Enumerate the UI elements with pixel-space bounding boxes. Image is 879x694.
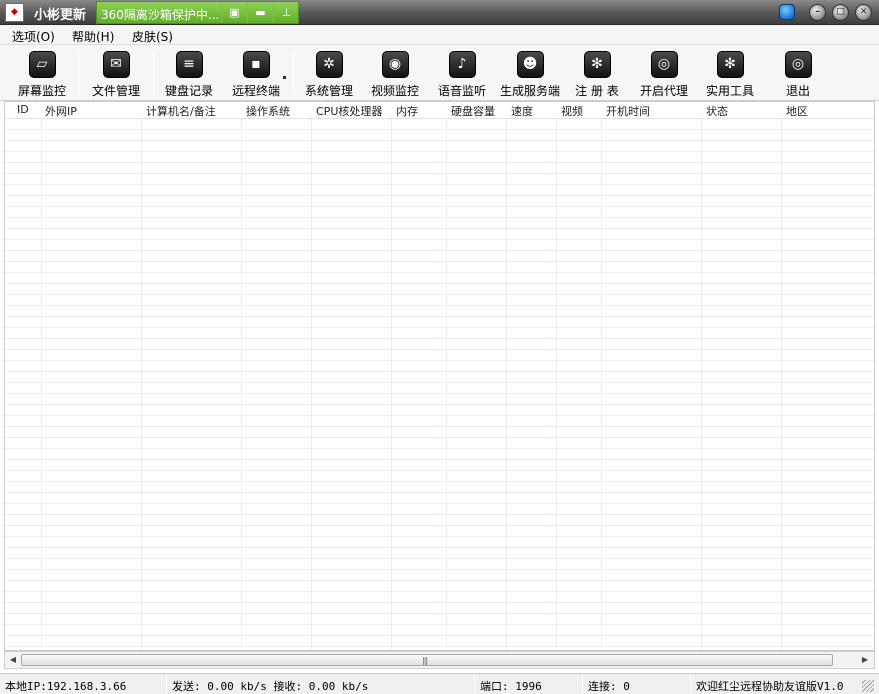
exit-icon: ◎ <box>784 51 812 78</box>
voice-monitor-button[interactable]: ♪ 语音监听 <box>434 47 490 99</box>
title-bar: ◆ 小彬更新 360隔离沙箱保护中... ▣ ▬ ⊥ – □ ✕ <box>0 0 879 25</box>
remote-terminal-label: 远程终端 <box>231 84 280 98</box>
column-divider <box>601 102 602 650</box>
users-icon: ☻ <box>516 51 544 78</box>
horizontal-scrollbar[interactable]: ◀ ||| ▶ <box>4 651 875 669</box>
menu-bar: 选项(O) 帮助(H) 皮肤(S) <box>0 25 879 45</box>
tools-label: 实用工具 <box>705 84 754 98</box>
status-divider <box>166 676 167 693</box>
build-server-label: 生成服务端 <box>499 84 560 98</box>
video-monitor-label: 视频监控 <box>370 84 419 98</box>
grip-icon: ||| <box>422 656 428 665</box>
terminal-icon: ▪ <box>242 51 270 78</box>
toolbar-divider <box>79 51 80 95</box>
camera-icon: ◉ <box>381 51 409 78</box>
column-header-disk[interactable]: 硬盘容量 <box>451 103 495 119</box>
maximize-button[interactable]: □ <box>832 4 849 21</box>
sandbox-label: 360隔离沙箱保护中... <box>101 8 220 22</box>
column-header-memory[interactable]: 内存 <box>396 103 418 119</box>
system-manager-label: 系统管理 <box>304 84 353 98</box>
proxy-icon: ◎ <box>650 51 678 78</box>
column-header-video[interactable]: 视频 <box>561 103 583 119</box>
scroll-left-icon[interactable]: ◀ <box>6 654 20 666</box>
keylogger-label: 键盘记录 <box>164 84 213 98</box>
resize-grip-icon[interactable] <box>862 680 874 692</box>
status-divider <box>582 676 583 693</box>
traffic-status: 发送: 0.00 kb/s 接收: 0.00 kb/s <box>172 680 369 693</box>
keylogger-button[interactable]: ≡ 键盘记录 <box>161 47 217 99</box>
column-header-ip[interactable]: 外网IP <box>45 103 77 119</box>
menu-skin[interactable]: 皮肤(S) <box>132 28 173 45</box>
column-divider <box>241 102 242 650</box>
proxy-label: 开启代理 <box>639 84 688 98</box>
registry-icon: ✻ <box>583 51 611 78</box>
remote-terminal-button[interactable]: ▪ 远程终端 <box>228 47 284 99</box>
column-header-region[interactable]: 地区 <box>786 103 808 119</box>
menu-help[interactable]: 帮助(H) <box>72 28 114 45</box>
dropdown-arrow-icon[interactable] <box>283 76 286 79</box>
exit-label: 退出 <box>785 84 810 98</box>
app-logo-icon: ◆ <box>5 3 24 22</box>
pin-icon[interactable]: ⊥ <box>273 2 299 23</box>
file-manager-button[interactable]: ✉ 文件管理 <box>88 47 144 99</box>
tools-icon: ✻ <box>716 51 744 78</box>
column-header-boot-time[interactable]: 开机时间 <box>606 103 650 119</box>
close-button[interactable]: ✕ <box>855 4 872 21</box>
local-ip-status: 本地IP:192.168.3.66 <box>5 680 127 693</box>
registry-button[interactable]: ✻ 注 册 表 <box>568 47 626 99</box>
status-bar: 本地IP:192.168.3.66 发送: 0.00 kb/s 接收: 0.00… <box>0 673 879 694</box>
scrollbar-thumb[interactable]: ||| <box>21 654 833 666</box>
registry-label: 注 册 表 <box>575 84 619 98</box>
voice-monitor-label: 语音监听 <box>437 84 486 98</box>
toolbar-divider <box>153 51 154 95</box>
column-header-cpu[interactable]: CPU核处理器 <box>316 103 382 119</box>
toolbar: ▱ 屏幕监控 ✉ 文件管理 ≡ 键盘记录 ▪ 远程终端 ✲ 系统管理 ◉ 视频监… <box>0 45 879 101</box>
mail-icon: ✉ <box>102 51 130 78</box>
column-divider <box>41 102 42 650</box>
toolbar-divider <box>293 51 294 95</box>
skin-shirt-icon[interactable] <box>779 4 795 20</box>
welcome-status: 欢迎红尘远程协助友谊版V1.0 <box>696 680 844 693</box>
column-header-status[interactable]: 状态 <box>706 103 728 119</box>
scroll-right-icon[interactable]: ▶ <box>858 654 872 666</box>
microphone-icon: ♪ <box>448 51 476 78</box>
list-header: ID 外网IP 计算机名/备注 操作系统 CPU核处理器 内存 硬盘容量 速度 … <box>5 102 874 119</box>
screen-icon: ▱ <box>28 51 56 78</box>
folder-icon[interactable]: ▬ <box>247 2 273 23</box>
column-divider <box>141 102 142 650</box>
sandbox-badge[interactable]: 360隔离沙箱保护中... ▣ ▬ ⊥ <box>96 1 299 24</box>
connections-status: 连接: 0 <box>588 680 630 693</box>
minimize-button[interactable]: – <box>809 4 826 21</box>
column-header-os[interactable]: 操作系统 <box>246 103 290 119</box>
status-divider <box>690 676 691 693</box>
screen-monitor-label: 屏幕监控 <box>17 84 66 98</box>
system-manager-button[interactable]: ✲ 系统管理 <box>301 47 357 99</box>
menu-options[interactable]: 选项(O) <box>12 28 55 45</box>
exit-button[interactable]: ◎ 退出 <box>775 47 821 99</box>
system-icon: ✲ <box>315 51 343 78</box>
column-divider <box>391 102 392 650</box>
column-divider <box>446 102 447 650</box>
column-divider <box>506 102 507 650</box>
column-divider <box>556 102 557 650</box>
proxy-button[interactable]: ◎ 开启代理 <box>636 47 692 99</box>
sandbox-trash-icon[interactable]: ▣ <box>221 2 247 23</box>
column-header-id[interactable]: ID <box>17 103 29 116</box>
file-manager-label: 文件管理 <box>91 84 140 98</box>
window-title: 小彬更新 <box>34 8 87 23</box>
column-divider <box>701 102 702 650</box>
column-header-speed[interactable]: 速度 <box>511 103 533 119</box>
list-rows <box>5 119 874 650</box>
column-header-computer[interactable]: 计算机名/备注 <box>146 103 216 119</box>
build-server-button[interactable]: ☻ 生成服务端 <box>498 47 562 99</box>
keyboard-icon: ≡ <box>175 51 203 78</box>
column-divider <box>311 102 312 650</box>
column-divider <box>781 102 782 650</box>
video-monitor-button[interactable]: ◉ 视频监控 <box>367 47 423 99</box>
screen-monitor-button[interactable]: ▱ 屏幕监控 <box>14 47 70 99</box>
tools-button[interactable]: ✻ 实用工具 <box>702 47 758 99</box>
host-list[interactable]: ID 外网IP 计算机名/备注 操作系统 CPU核处理器 内存 硬盘容量 速度 … <box>4 101 875 651</box>
status-divider <box>474 676 475 693</box>
port-status: 端口: 1996 <box>480 680 542 693</box>
